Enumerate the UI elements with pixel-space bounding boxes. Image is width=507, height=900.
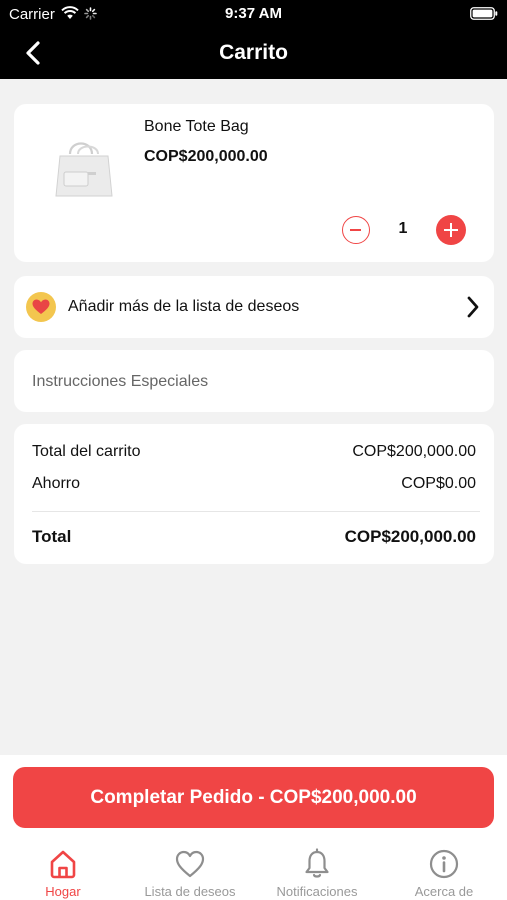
wishlist-heart-badge-icon — [26, 292, 56, 322]
tab-about-label: Acerca de — [414, 884, 474, 899]
increase-quantity-button[interactable] — [436, 215, 466, 245]
tab-home-label: Hogar — [45, 884, 81, 899]
grand-total-label: Total — [32, 527, 72, 546]
page-title: Carrito — [219, 41, 288, 64]
product-thumbnail[interactable] — [48, 134, 120, 206]
clock: 9:37 AM — [225, 5, 282, 22]
product-price: COP$200,000.00 — [144, 148, 268, 165]
tab-wishlist-label: Lista de deseos — [144, 884, 236, 899]
tab-bar: Hogar Lista de deseos Notificaciones Ace… — [0, 838, 507, 900]
special-instructions-field[interactable]: Instrucciones Especiales — [14, 350, 494, 412]
status-bar: Carrier 9:37 AM — [0, 0, 507, 28]
tab-notifications[interactable]: Notificaciones — [254, 838, 380, 900]
nav-bar: Carrito — [0, 28, 507, 79]
complete-order-button[interactable]: Completar Pedido - COP$200,000.00 — [13, 767, 494, 828]
info-icon — [429, 849, 459, 879]
savings-label: Ahorro — [32, 475, 81, 492]
grand-total-value: COP$200,000.00 — [344, 527, 476, 546]
summary-divider — [32, 511, 480, 512]
savings-value: COP$0.00 — [401, 475, 476, 492]
product-name: Bone Tote Bag — [144, 118, 249, 135]
battery-icon — [470, 7, 498, 20]
quantity-value: 1 — [398, 220, 408, 237]
chevron-right-icon — [467, 296, 479, 318]
cart-item-card: Bone Tote Bag COP$200,000.00 1 — [14, 104, 494, 262]
tab-wishlist[interactable]: Lista de deseos — [127, 838, 253, 900]
decrease-quantity-button[interactable] — [342, 216, 370, 244]
order-summary-card: Total del carrito COP$200,000.00 Ahorro … — [14, 424, 494, 564]
heart-icon — [175, 850, 205, 878]
tab-notifications-label: Notificaciones — [276, 884, 358, 899]
special-instructions-placeholder: Instrucciones Especiales — [32, 373, 209, 390]
home-icon — [50, 850, 76, 879]
cart-total-value: COP$200,000.00 — [352, 443, 476, 460]
cart-total-label: Total del carrito — [32, 443, 141, 460]
add-from-wishlist-row[interactable]: Añadir más de la lista de deseos — [14, 276, 494, 338]
bell-icon — [305, 848, 329, 878]
tab-home[interactable]: Hogar — [0, 838, 126, 900]
tab-about[interactable]: Acerca de — [381, 838, 507, 900]
add-from-wishlist-label: Añadir más de la lista de deseos — [68, 298, 300, 315]
